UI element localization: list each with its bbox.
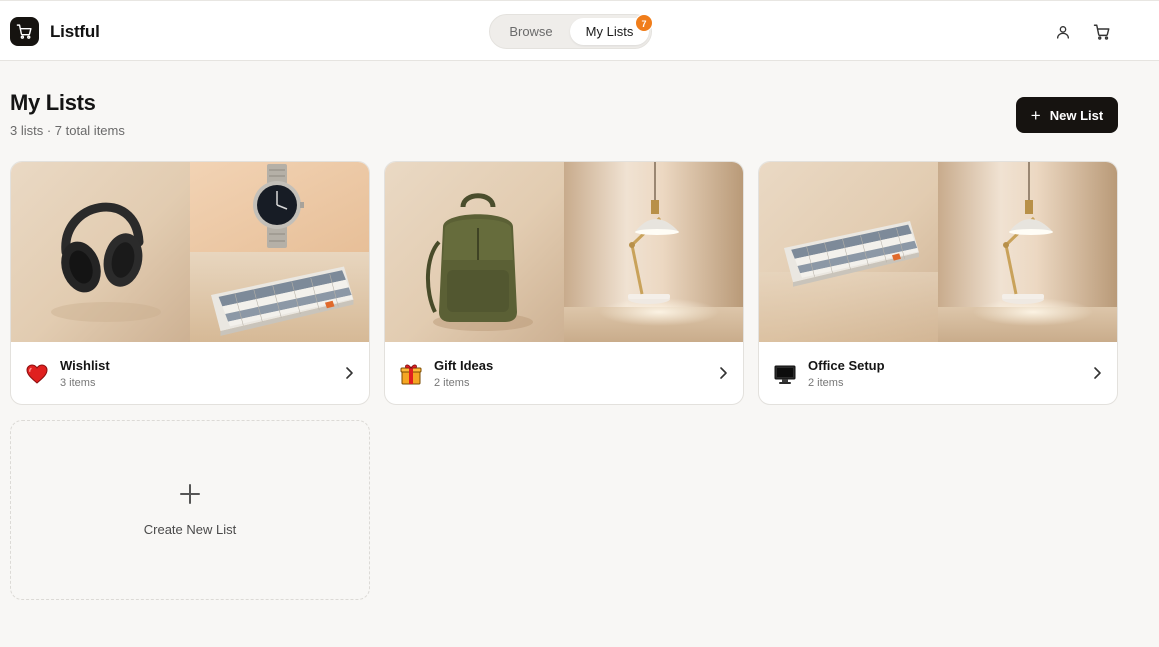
list-card-footer: Gift Ideas 2 items: [385, 342, 743, 404]
list-name: Wishlist: [60, 358, 110, 373]
user-icon[interactable]: [1052, 21, 1074, 43]
list-name: Gift Ideas: [434, 358, 494, 373]
list-item-count: 3 items: [60, 377, 96, 389]
list-thumbnails: [759, 162, 1117, 342]
heart-icon: [26, 364, 48, 384]
list-item-count: 2 items: [434, 377, 470, 389]
list-card-wishlist[interactable]: Wishlist 3 items: [10, 161, 370, 405]
chevron-right-icon: [720, 367, 727, 379]
gift-icon: [400, 364, 422, 385]
monitor-icon: [774, 365, 796, 384]
headphones-thumbnail: [11, 162, 190, 342]
keyboard-thumbnail: [190, 252, 369, 342]
list-item-count: 2 items: [808, 377, 844, 389]
page-subtitle: 3 lists · 7 total items: [10, 123, 125, 138]
list-card-office-setup[interactable]: Office Setup 2 items: [758, 161, 1118, 405]
new-list-label: New List: [1049, 107, 1104, 123]
list-card-footer: Office Setup 2 items: [759, 342, 1117, 404]
view-switcher: Browse My Lists: [489, 14, 652, 49]
brand[interactable]: Listful: [10, 17, 100, 46]
wristwatch-thumbnail: [190, 162, 369, 252]
plus-icon: +: [1030, 105, 1041, 125]
keyboard-thumbnail: [759, 162, 938, 342]
cart-icon[interactable]: [1091, 21, 1113, 43]
app-name: Listful: [50, 21, 100, 41]
list-card-gift-ideas[interactable]: Gift Ideas 2 items: [384, 161, 744, 405]
page-title: My Lists: [10, 90, 96, 115]
list-card-footer: Wishlist 3 items: [11, 342, 369, 404]
cart-icon: [10, 17, 39, 46]
create-new-list-label: Create New List: [143, 522, 237, 537]
chevron-right-icon: [1094, 367, 1101, 379]
desk-lamp-thumbnail: [936, 162, 1117, 342]
lists-count-badge: 7: [635, 14, 653, 32]
list-thumbnails: [11, 162, 369, 342]
create-new-list-card[interactable]: Create New List: [10, 420, 370, 600]
desk-lamp-thumbnail: [562, 162, 743, 342]
list-name: Office Setup: [808, 358, 885, 373]
backpack-thumbnail: [385, 162, 564, 342]
tab-browse[interactable]: Browse: [494, 18, 568, 45]
list-thumbnails: [385, 162, 743, 342]
chevron-right-icon: [346, 367, 353, 379]
top-navigation-bar: Listful Browse My Lists 7: [0, 0, 1159, 61]
new-list-button[interactable]: + New List: [1016, 97, 1118, 133]
plus-icon: [180, 484, 200, 504]
